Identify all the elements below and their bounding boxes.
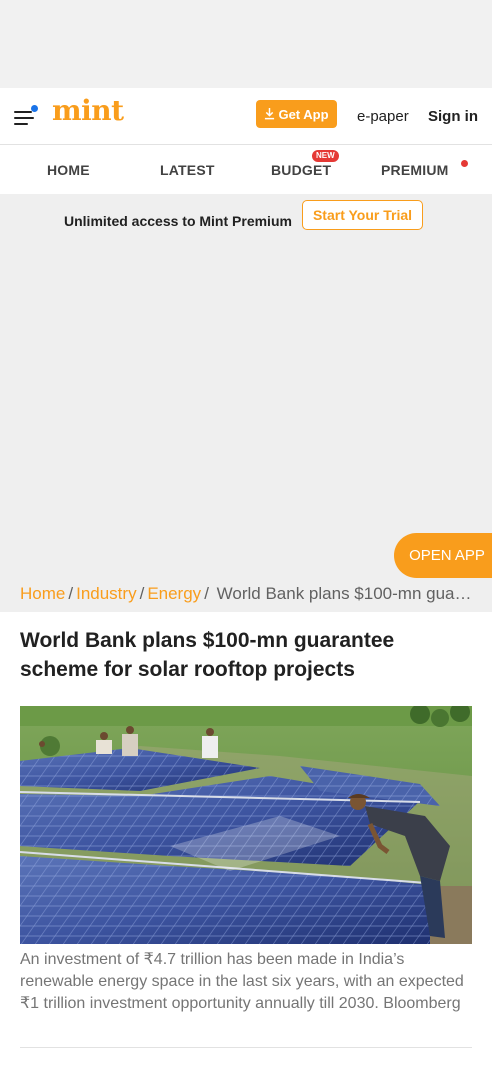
mint-logo[interactable]: mint	[52, 94, 124, 127]
breadcrumb-separator: /	[204, 584, 209, 603]
breadcrumb-separator: /	[68, 584, 74, 603]
menu-bar	[14, 111, 32, 113]
nav-item-budget[interactable]: BUDGET	[271, 162, 331, 178]
get-app-label: Get App	[278, 106, 329, 122]
download-icon	[265, 108, 275, 120]
solar-panels-photo-icon	[20, 706, 472, 944]
start-trial-button[interactable]: Start Your Trial	[302, 200, 423, 230]
breadcrumb-energy[interactable]: Energy	[147, 584, 201, 603]
main-nav: HOME LATEST BUDGET NEW PREMIUM	[0, 146, 492, 194]
image-caption: An investment of ₹4.7 trillion has been …	[20, 951, 464, 1012]
site-header: mint Get App e-paper Sign in	[0, 88, 492, 145]
article-headline: World Bank plans $100-mn guarantee schem…	[20, 629, 395, 681]
top-ad-slot	[0, 0, 492, 88]
breadcrumb-current: World Bank plans $100-mn guarantee schem…	[216, 584, 472, 603]
get-app-button[interactable]: Get App	[256, 100, 337, 128]
breadcrumb-home[interactable]: Home	[20, 584, 65, 603]
breadcrumb-industry[interactable]: Industry	[76, 584, 136, 603]
open-app-button[interactable]: OPEN APP	[394, 533, 492, 578]
new-badge: NEW	[312, 150, 339, 162]
nav-item-home[interactable]: HOME	[47, 162, 90, 178]
menu-bar	[14, 123, 28, 125]
article-hero-image	[20, 706, 472, 944]
sign-in-link[interactable]: Sign in	[428, 108, 478, 125]
breadcrumb: Home / Industry / Energy / World Bank plans $…	[20, 584, 472, 604]
breadcrumb-separator: /	[139, 584, 145, 603]
premium-promo-text: Unlimited access to Mint Premium	[64, 213, 292, 229]
nav-item-premium[interactable]: PREMIUM	[381, 162, 449, 178]
notification-dot-icon	[31, 105, 38, 112]
menu-bar	[14, 117, 34, 119]
nav-item-latest[interactable]: LATEST	[160, 162, 215, 178]
premium-dot-icon	[461, 160, 468, 167]
hamburger-menu-icon[interactable]	[14, 105, 40, 127]
section-divider	[20, 1047, 472, 1048]
epaper-link[interactable]: e-paper	[357, 108, 409, 125]
